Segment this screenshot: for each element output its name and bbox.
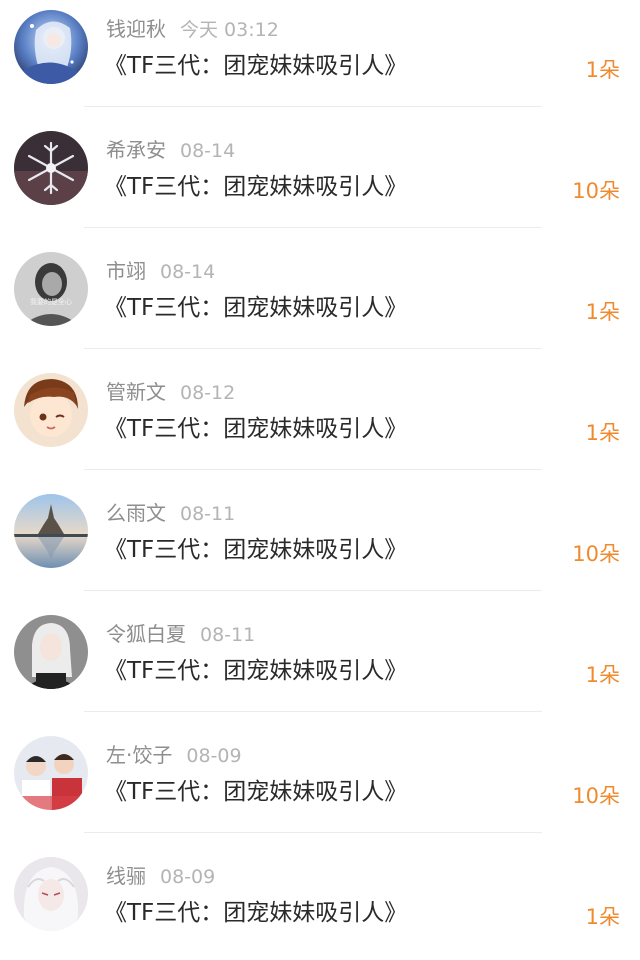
avatar-white-anime-character-image: [14, 857, 88, 931]
meta-line: 么雨文 08-11: [106, 498, 235, 528]
list-item[interactable]: 令狐白夏 08-11 《TF三代：团宠妹妹吸引人》 1朵: [0, 605, 640, 726]
timestamp: 08-11: [200, 624, 256, 646]
list-item[interactable]: 左·饺子 08-09 《TF三代：团宠妹妹吸引人》 10朵: [0, 726, 640, 847]
book-title[interactable]: 《TF三代：团宠妹妹吸引人》: [104, 50, 407, 82]
divider: [84, 227, 542, 228]
user-name[interactable]: 管新文: [106, 380, 166, 404]
user-name[interactable]: 左·饺子: [106, 743, 172, 767]
flower-count: 10朵: [572, 784, 620, 808]
list-item[interactable]: 钱迎秋 今天 03:12 《TF三代：团宠妹妹吸引人》 1朵: [0, 0, 640, 121]
timestamp: 今天 03:12: [180, 19, 279, 41]
avatar[interactable]: [14, 857, 88, 931]
avatar-castle-landscape-image: [14, 494, 88, 568]
timestamp: 08-12: [180, 382, 236, 404]
avatar[interactable]: 我要的是全心: [14, 252, 88, 326]
avatar-overlay-text: 我要的是全心: [30, 297, 72, 306]
avatar-anime-boy-image: [14, 373, 88, 447]
timestamp: 08-14: [180, 140, 236, 162]
timestamp: 08-09: [186, 745, 242, 767]
divider: [84, 348, 542, 349]
timestamp: 08-14: [160, 261, 216, 283]
meta-line: 希承安 08-14: [106, 135, 235, 165]
book-title[interactable]: 《TF三代：团宠妹妹吸引人》: [104, 171, 407, 203]
meta-line: 左·饺子 08-09: [106, 740, 242, 770]
flower-count: 1朵: [585, 421, 620, 445]
avatar[interactable]: [14, 10, 88, 84]
meta-line: 钱迎秋 今天 03:12: [106, 14, 279, 44]
avatar[interactable]: [14, 131, 88, 205]
avatar-group-photo-image: [14, 736, 88, 810]
flower-count: 1朵: [585, 905, 620, 929]
user-name[interactable]: 线骊: [106, 864, 146, 888]
user-name[interactable]: 么雨文: [106, 501, 166, 525]
divider: [84, 832, 542, 833]
divider: [84, 711, 542, 712]
book-title[interactable]: 《TF三代：团宠妹妹吸引人》: [104, 534, 407, 566]
user-name[interactable]: 钱迎秋: [106, 17, 166, 41]
avatar[interactable]: [14, 373, 88, 447]
gift-record-list: 钱迎秋 今天 03:12 《TF三代：团宠妹妹吸引人》 1朵 希承安 08-14…: [0, 0, 640, 960]
avatar-white-haired-woman-image: [14, 615, 88, 689]
list-item[interactable]: 管新文 08-12 《TF三代：团宠妹妹吸引人》 1朵: [0, 363, 640, 484]
avatar[interactable]: [14, 736, 88, 810]
divider: [84, 590, 542, 591]
book-title[interactable]: 《TF三代：团宠妹妹吸引人》: [104, 655, 407, 687]
list-item[interactable]: 希承安 08-14 《TF三代：团宠妹妹吸引人》 10朵: [0, 121, 640, 242]
avatar[interactable]: [14, 494, 88, 568]
list-item[interactable]: 线骊 08-09 《TF三代：团宠妹妹吸引人》 1朵: [0, 847, 640, 960]
divider: [84, 106, 542, 107]
meta-line: 线骊 08-09: [106, 861, 215, 891]
list-item[interactable]: 么雨文 08-11 《TF三代：团宠妹妹吸引人》 10朵: [0, 484, 640, 605]
book-title[interactable]: 《TF三代：团宠妹妹吸引人》: [104, 897, 407, 929]
user-name[interactable]: 希承安: [106, 138, 166, 162]
flower-count: 10朵: [572, 179, 620, 203]
timestamp: 08-09: [160, 866, 216, 888]
avatar[interactable]: [14, 615, 88, 689]
book-title[interactable]: 《TF三代：团宠妹妹吸引人》: [104, 776, 407, 808]
flower-count: 1朵: [585, 300, 620, 324]
flower-count: 10朵: [572, 542, 620, 566]
meta-line: 市翊 08-14: [106, 256, 215, 286]
timestamp: 08-11: [180, 503, 236, 525]
avatar-anime-girl-blue-image: [14, 10, 88, 84]
book-title[interactable]: 《TF三代：团宠妹妹吸引人》: [104, 413, 407, 445]
meta-line: 管新文 08-12: [106, 377, 235, 407]
flower-count: 1朵: [585, 663, 620, 687]
flower-count: 1朵: [585, 58, 620, 82]
user-name[interactable]: 令狐白夏: [106, 622, 186, 646]
divider: [84, 469, 542, 470]
avatar-snowflake-image: [14, 131, 88, 205]
meta-line: 令狐白夏 08-11: [106, 619, 255, 649]
avatar-grayscale-portrait-image: 我要的是全心: [14, 252, 88, 326]
user-name[interactable]: 市翊: [106, 259, 146, 283]
book-title[interactable]: 《TF三代：团宠妹妹吸引人》: [104, 292, 407, 324]
list-item[interactable]: 我要的是全心 市翊 08-14 《TF三代：团宠妹妹吸引人》 1朵: [0, 242, 640, 363]
